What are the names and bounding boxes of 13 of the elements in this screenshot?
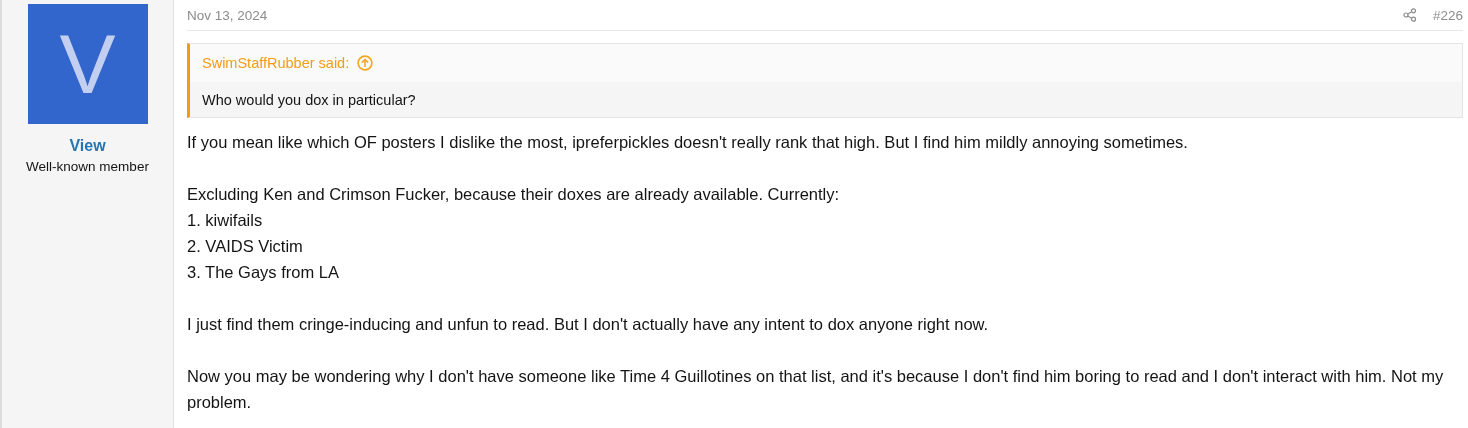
- share-icon[interactable]: [1402, 8, 1417, 22]
- jump-to-quote-icon[interactable]: [357, 55, 374, 71]
- quote-text: Who would you dox in particular?: [201, 91, 417, 110]
- avatar[interactable]: V: [27, 4, 148, 124]
- user-title: Well-known member: [26, 159, 149, 174]
- post-paragraph: Now you may be wondering why I don't have someone like Time 4 Guillotines on that list, and it's because I don't find him boring to read and I don't interact with him. Not my problem.: [187, 366, 1445, 413]
- quote-attribution-link[interactable]: SwimStaffRubber said:: [202, 55, 350, 71]
- post-paragraph: Excluding Ken and Crimson Fucker, because their doxes are already available. Currently: 1. kiwifails 2. VAIDS Victim 3. The Gays from LA: [187, 184, 841, 283]
- post-paragraph: If you mean like which OF posters I dislike the most, ipreferpickles doesn't really rank that high. But I find him mildly annoying sometimes.: [187, 132, 1189, 153]
- username-link[interactable]: View: [69, 137, 106, 155]
- post-date[interactable]: Nov 13, 2024: [187, 7, 268, 23]
- post-paragraph: I just find them cringe-inducing and unfun to read. But I don't actually have any intent to dox anyone right now.: [187, 314, 990, 335]
- post-number-link[interactable]: #226: [1432, 7, 1463, 23]
